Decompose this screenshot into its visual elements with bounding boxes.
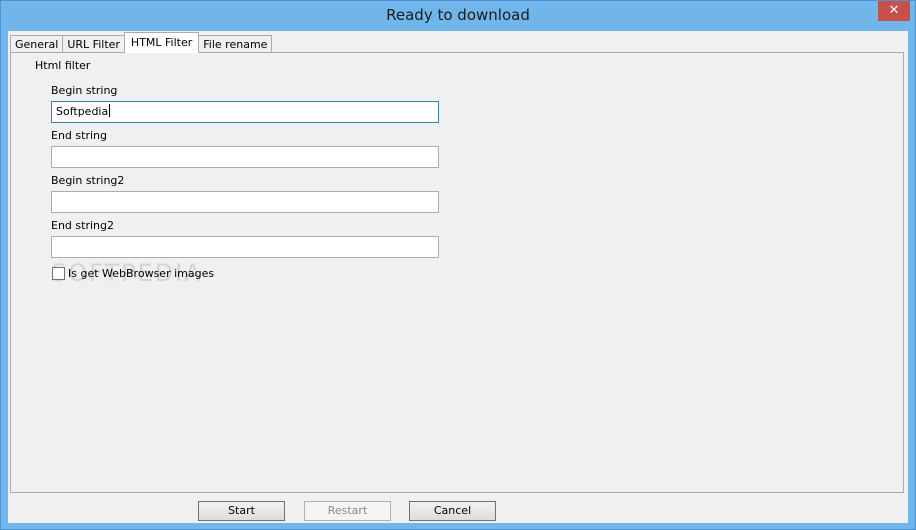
begin-string-value: Softpedia <box>56 105 109 118</box>
begin-string2-input[interactable] <box>51 191 439 213</box>
start-button[interactable]: Start <box>198 501 285 521</box>
webbrowser-images-checkbox[interactable] <box>52 267 65 280</box>
begin-string-label: Begin string <box>51 84 118 97</box>
begin-string2-label: Begin string2 <box>51 174 125 187</box>
end-string-input[interactable] <box>51 146 439 168</box>
tab-strip: General URL Filter HTML Filter File rena… <box>10 32 273 53</box>
end-string-label: End string <box>51 129 107 142</box>
tab-html-filter[interactable]: HTML Filter <box>123 32 200 53</box>
group-label: Html filter <box>35 59 91 72</box>
webbrowser-images-option[interactable]: Is get WebBrowser images <box>52 267 214 280</box>
tab-url-filter[interactable]: URL Filter <box>62 35 125 53</box>
close-icon: ✕ <box>888 3 900 18</box>
restart-button[interactable]: Restart <box>304 501 391 521</box>
app-window: Ready to download ✕ General URL Filter H… <box>0 0 916 530</box>
cancel-button[interactable]: Cancel <box>409 501 496 521</box>
window-title: Ready to download <box>386 6 530 24</box>
close-button[interactable]: ✕ <box>878 1 910 21</box>
begin-string-input[interactable]: Softpedia <box>51 101 439 123</box>
end-string2-label: End string2 <box>51 219 114 232</box>
client-area: General URL Filter HTML Filter File rena… <box>8 31 908 523</box>
text-caret <box>109 104 111 117</box>
tab-general[interactable]: General <box>10 35 64 53</box>
tab-file-rename[interactable]: File rename <box>198 35 273 53</box>
html-filter-panel: Html filter Begin string Softpedia End s… <box>10 52 904 493</box>
title-bar[interactable]: Ready to download ✕ <box>1 1 915 31</box>
end-string2-input[interactable] <box>51 236 439 258</box>
webbrowser-images-label: Is get WebBrowser images <box>68 267 215 280</box>
